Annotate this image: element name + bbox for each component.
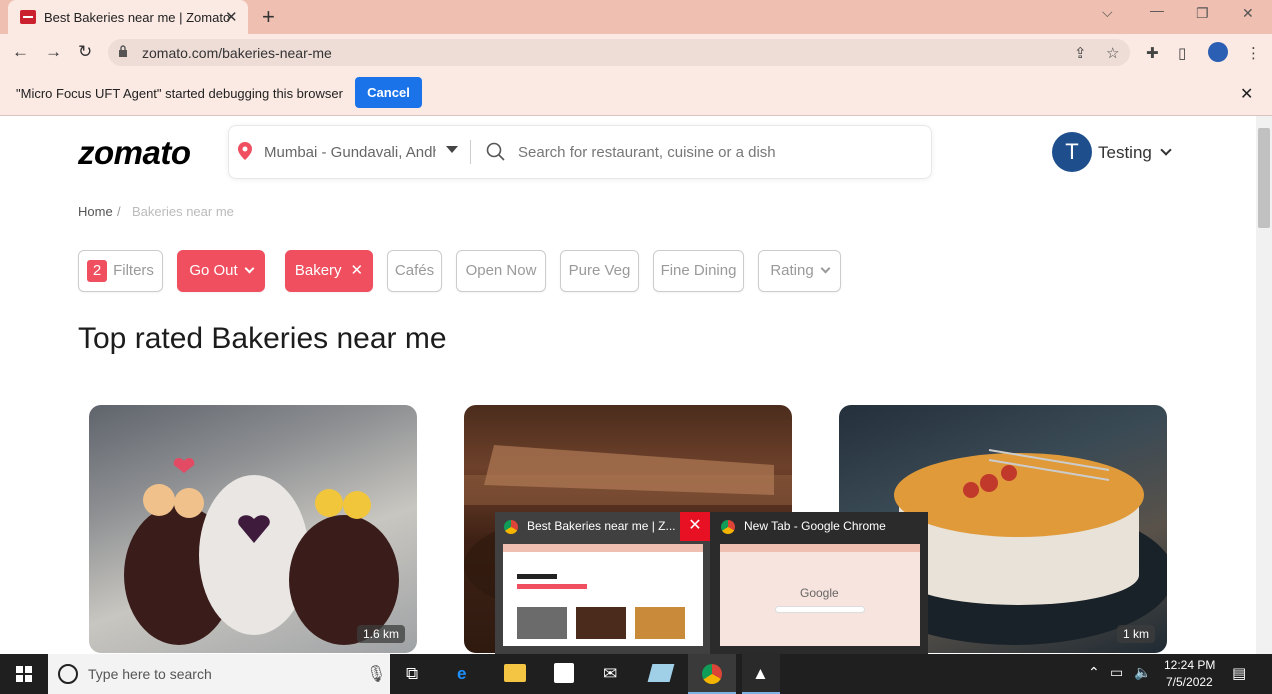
page-heading: Top rated Bakeries near me <box>78 322 447 355</box>
url-text[interactable]: zomato.com/bakeries-near-me <box>142 45 332 61</box>
clock-date[interactable]: 7/5/2022 <box>1166 675 1213 689</box>
remove-filter-icon[interactable]: ✕ <box>351 262 364 279</box>
browser-tab[interactable]: Best Bakeries near me | Zomato ✕ <box>8 0 248 34</box>
task-view-icon[interactable]: ⧉ <box>406 664 418 684</box>
search-divider <box>470 140 471 164</box>
infobar-message: "Micro Focus UFT Agent" started debuggin… <box>16 86 343 101</box>
chevron-down-icon <box>820 263 831 274</box>
microphone-icon[interactable]: 🎙 <box>366 664 386 684</box>
store-icon[interactable] <box>554 663 574 683</box>
extensions-icon[interactable]: ✚ <box>1146 44 1159 62</box>
side-panel-icon[interactable]: ▯ <box>1178 44 1186 62</box>
thumbnail-close-icon[interactable]: ✕ <box>680 512 710 541</box>
thumbnail-preview-zomato[interactable] <box>503 544 703 646</box>
forward-icon[interactable]: → <box>45 42 62 62</box>
user-avatar[interactable]: T <box>1052 132 1092 172</box>
breadcrumb-current: Bakeries near me <box>132 204 234 219</box>
pure-veg-chip[interactable]: Pure Veg <box>560 250 639 292</box>
restaurant-card-image[interactable]: 1.6 km <box>89 405 417 653</box>
search-input[interactable] <box>518 138 918 166</box>
distance-badge: 1 km <box>1116 625 1155 643</box>
search-icon <box>486 142 505 161</box>
location-selector[interactable]: Mumbai - Gundavali, Andheri <box>264 144 436 161</box>
zomato-favicon-icon <box>20 10 36 24</box>
mail-icon[interactable]: ✉ <box>603 664 617 684</box>
tab-title: Best Bakeries near me | Zomato <box>44 10 231 25</box>
chrome-icon <box>721 520 735 534</box>
filters-label: Filters <box>113 262 154 279</box>
minimize-icon[interactable]: — <box>1150 2 1164 18</box>
zomato-logo[interactable]: zomato <box>78 134 191 172</box>
notifications-icon[interactable]: ▤ <box>1232 664 1246 682</box>
chrome-icon <box>504 520 518 534</box>
tray-chevron-icon[interactable]: ⌃ <box>1088 664 1100 681</box>
google-logo: Google <box>800 586 839 600</box>
tab-close-icon[interactable]: ✕ <box>225 8 238 26</box>
menu-kebab-icon[interactable]: ⋮ <box>1246 44 1261 62</box>
back-icon[interactable]: ← <box>12 42 29 62</box>
cafes-chip[interactable]: Cafés <box>387 250 442 292</box>
bakery-chip[interactable]: Bakery ✕ <box>285 250 373 292</box>
clock-time[interactable]: 12:24 PM <box>1164 658 1215 672</box>
go-out-chip[interactable]: Go Out <box>177 250 265 292</box>
thumbnail-preview-newtab[interactable]: Google <box>720 544 920 646</box>
open-now-chip[interactable]: Open Now <box>456 250 546 292</box>
rating-chip[interactable]: Rating <box>758 250 841 292</box>
thumbnail-title: Best Bakeries near me | Z... <box>527 519 676 533</box>
infobar-close-icon[interactable]: ✕ <box>1240 84 1253 104</box>
breadcrumb-separator: / <box>117 204 121 219</box>
autodesk-icon: ▲ <box>752 664 769 683</box>
scrollbar-thumb[interactable] <box>1258 128 1270 228</box>
rating-label: Rating <box>770 262 814 279</box>
volume-icon[interactable]: 🔈 <box>1134 664 1151 681</box>
bookmark-star-icon[interactable]: ☆ <box>1106 44 1119 62</box>
chevron-down-icon <box>244 263 255 274</box>
window-close-icon[interactable]: ✕ <box>1242 5 1254 22</box>
file-explorer-icon[interactable] <box>504 664 526 682</box>
user-name[interactable]: Testing <box>1098 143 1152 163</box>
tab-search-chevron-icon[interactable]: ⌵ <box>1102 4 1113 21</box>
go-out-label: Go Out <box>189 262 238 279</box>
taskbar-search-placeholder[interactable]: Type here to search <box>88 666 212 682</box>
filters-chip[interactable]: 2 Filters <box>78 250 163 292</box>
reload-icon[interactable]: ↻ <box>78 42 92 62</box>
edge-icon[interactable]: e <box>457 664 466 684</box>
chrome-taskbar-icon <box>702 664 722 684</box>
network-icon[interactable]: ▭ <box>1110 664 1123 681</box>
new-tab-icon[interactable]: + <box>262 4 275 30</box>
cancel-debugging-button[interactable]: Cancel <box>355 77 422 108</box>
restore-icon[interactable]: ❐ <box>1196 5 1209 22</box>
user-menu-chevron-icon[interactable] <box>1160 144 1172 156</box>
cupcakes-image <box>124 458 399 645</box>
share-icon[interactable]: ⇪ <box>1074 44 1087 62</box>
lock-icon[interactable] <box>118 45 128 57</box>
location-pin-icon <box>238 142 252 160</box>
profile-avatar-icon[interactable] <box>1208 42 1228 62</box>
location-dropdown-icon[interactable] <box>446 146 458 153</box>
windows-start-icon[interactable] <box>16 666 32 682</box>
breadcrumb-home[interactable]: Home <box>78 204 113 219</box>
filters-count-badge: 2 <box>87 260 108 282</box>
bakery-label: Bakery <box>294 262 342 279</box>
fine-dining-chip[interactable]: Fine Dining <box>653 250 744 292</box>
distance-badge: 1.6 km <box>356 625 405 643</box>
thumbnail-title: New Tab - Google Chrome <box>744 519 886 533</box>
cortana-icon <box>58 664 78 684</box>
